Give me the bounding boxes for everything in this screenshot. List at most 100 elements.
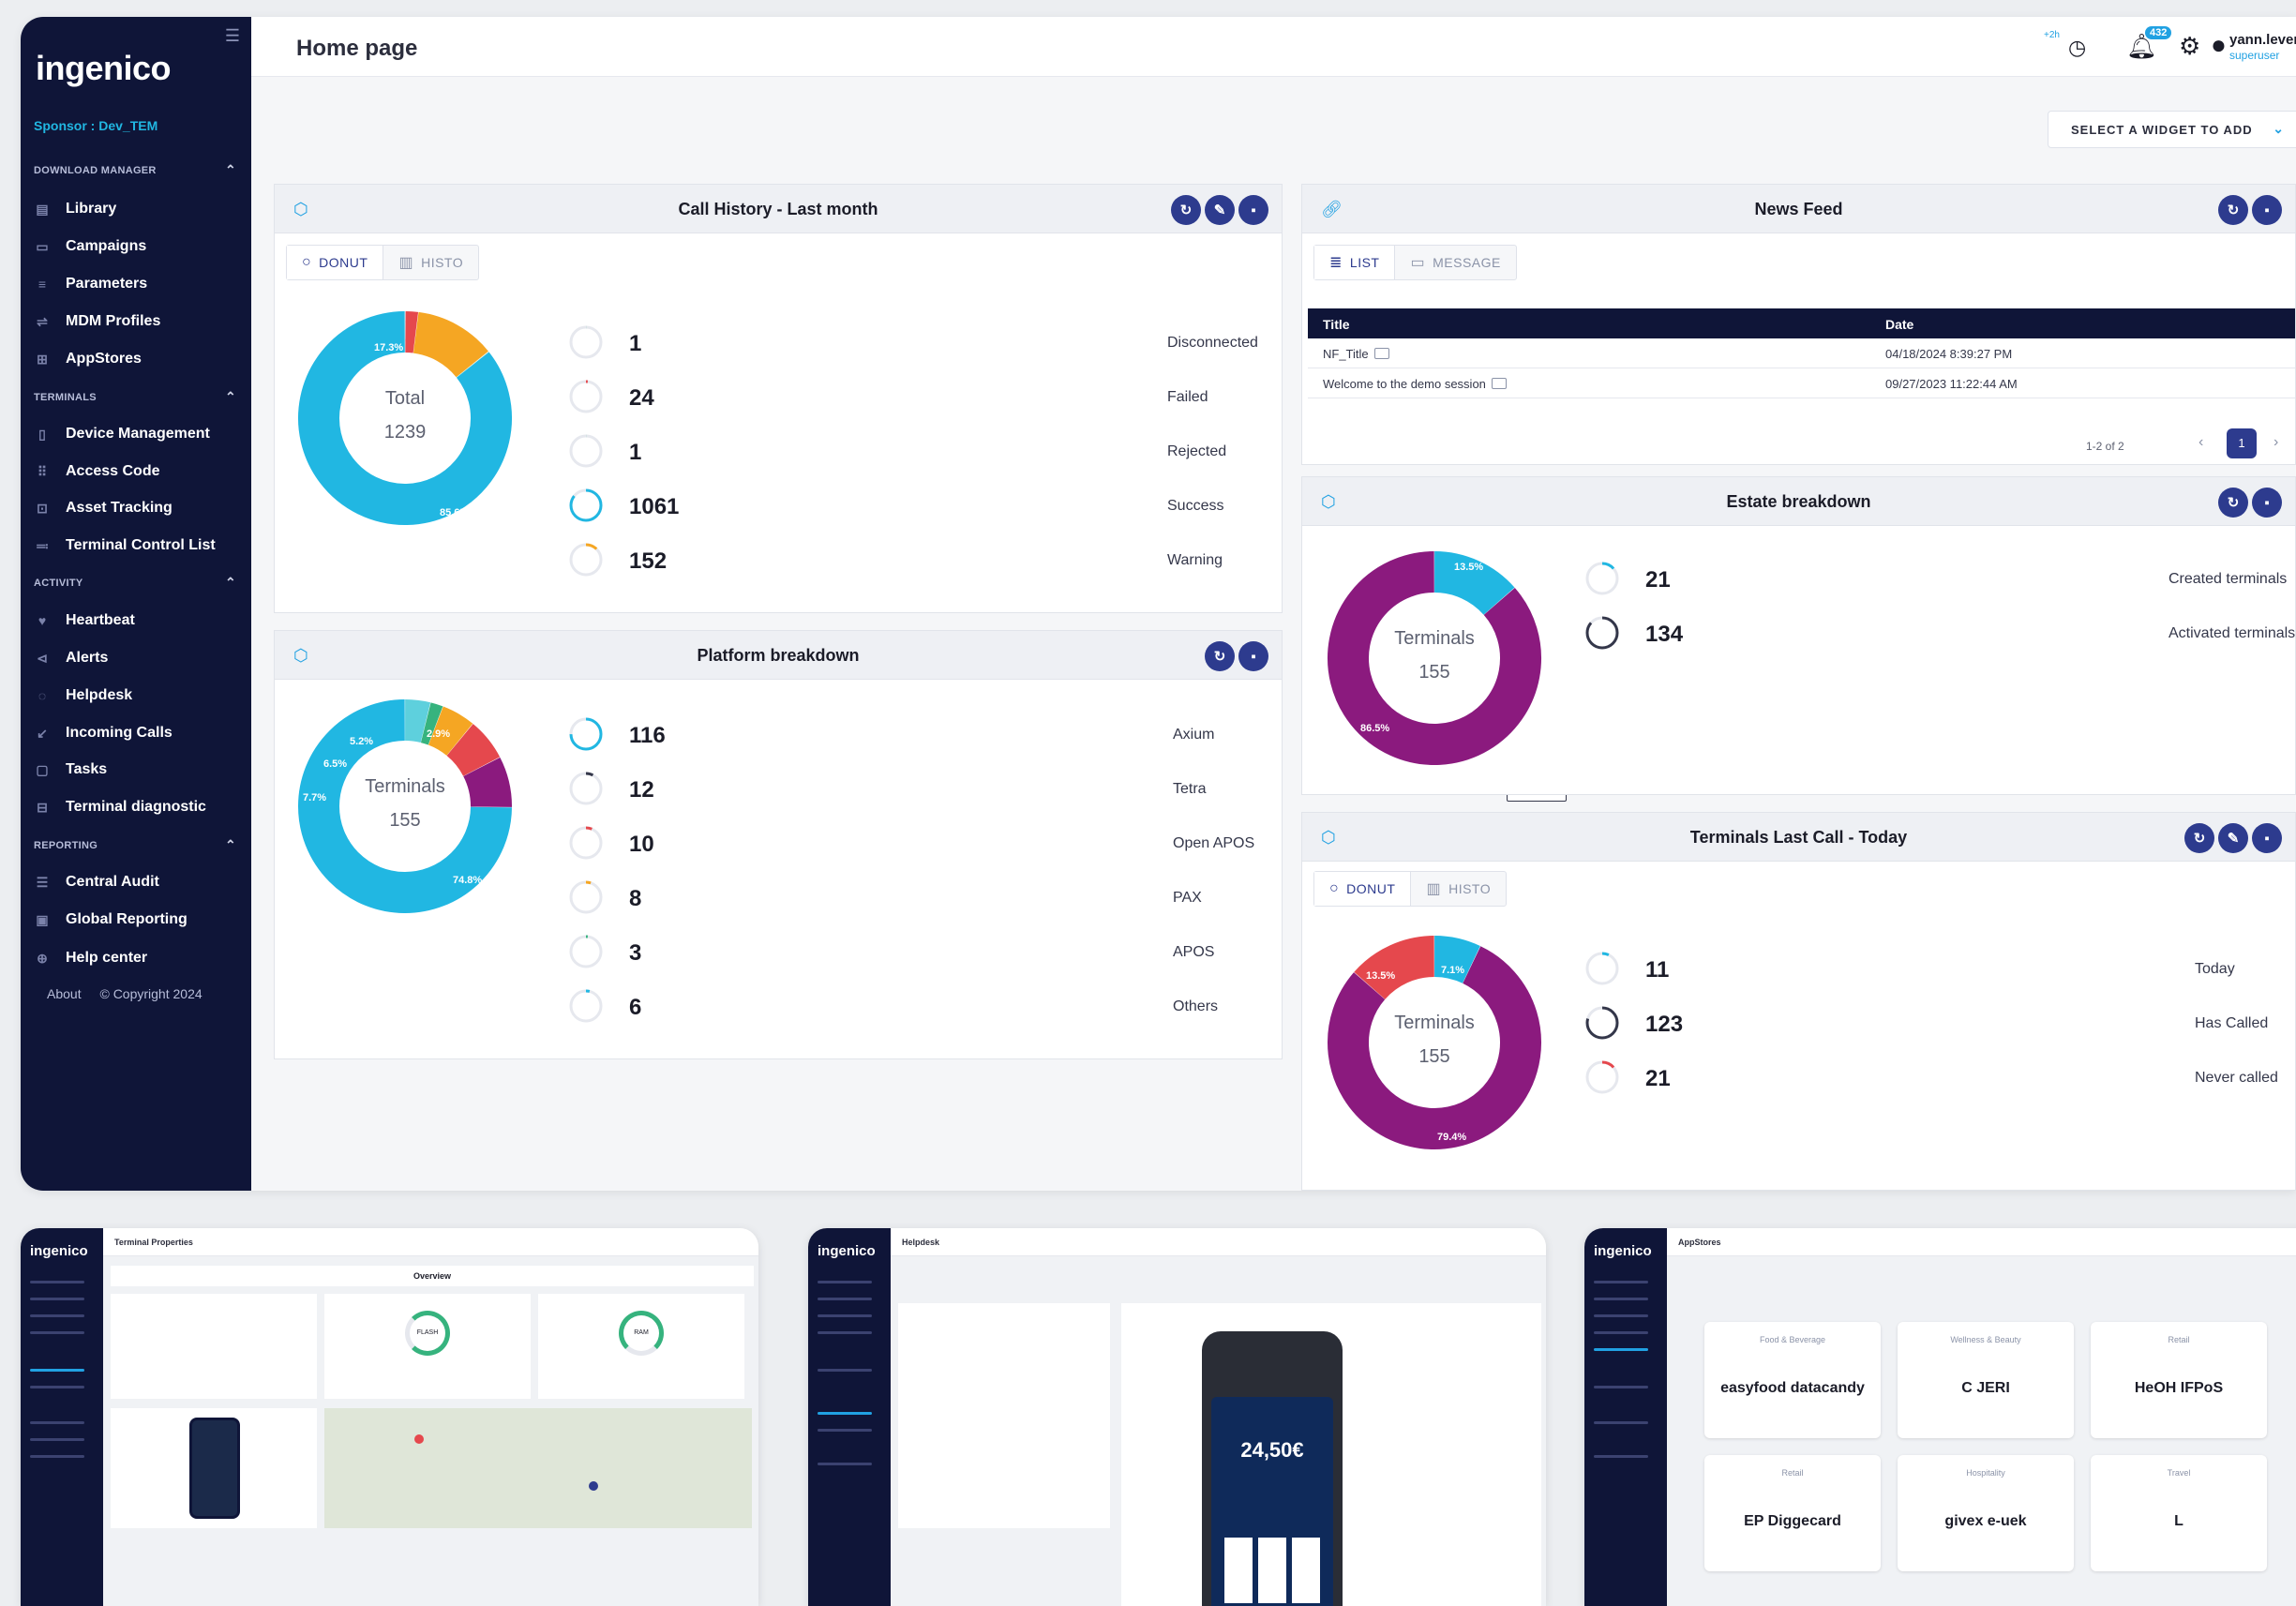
stat-row: 134 Activated terminals 86.5% — [1583, 614, 2296, 652]
appstore-tile[interactable]: Hospitality givex e-uek — [1898, 1455, 2074, 1571]
sidebar-item-device-management[interactable]: ▯ Device Management — [34, 426, 210, 443]
appstore-tile[interactable]: Travel L — [2091, 1455, 2267, 1571]
edit-button[interactable]: ✎ — [2218, 823, 2248, 853]
chevron-up-icon[interactable]: ⌃ — [225, 389, 236, 405]
ingenico-logo[interactable]: ingenico — [36, 49, 172, 88]
donut-slice[interactable] — [405, 311, 419, 353]
overview-bar: Overview — [111, 1266, 754, 1286]
refresh-button[interactable]: ↻ — [2184, 823, 2214, 853]
account-icon[interactable]: ● — [2211, 30, 2227, 60]
sidebar-item-asset-tracking[interactable]: ⊡ Asset Tracking — [34, 500, 173, 517]
next-page-icon[interactable]: › — [2273, 434, 2278, 451]
sidebar-item-appstores[interactable]: ⊞ AppStores — [34, 351, 142, 368]
message-tab[interactable]: ▭ MESSAGE — [1395, 246, 1515, 279]
donut-tab[interactable]: ○ DONUT — [1314, 872, 1412, 906]
sidebar-item-alerts[interactable]: ⊲ Alerts — [34, 650, 108, 667]
keypad[interactable] — [1224, 1538, 1320, 1603]
delete-button[interactable]: ▪ — [2252, 488, 2282, 518]
preview-appstores[interactable]: ingenico AppStores Food & Beverage easyfo… — [1584, 1228, 2296, 1606]
delete-button[interactable]: ▪ — [1238, 641, 1268, 671]
topbar: Home page +2h ◷ 🔔︎ 432 ⚙ ● yann.levene s… — [251, 17, 2296, 77]
edit-button[interactable]: ✎ — [1205, 195, 1235, 225]
refresh-button[interactable]: ↻ — [1171, 195, 1201, 225]
gear-icon[interactable]: ⚙ — [2179, 32, 2200, 61]
table-row[interactable]: Welcome to the demo session 09/27/2023 11… — [1308, 368, 2295, 398]
slice-label: 85.6% — [440, 507, 470, 518]
widget-title: News Feed — [1754, 200, 1843, 218]
megaphone-icon: ⊲ — [37, 650, 48, 666]
sync-clock-icon[interactable]: ◷ — [2068, 36, 2086, 60]
sidebar-item-central-audit[interactable]: ☰ Central Audit — [34, 874, 159, 891]
donut-slice[interactable] — [462, 757, 512, 808]
donut-slice[interactable] — [1433, 936, 1480, 984]
delete-button[interactable]: ▪ — [2252, 195, 2282, 225]
appstore-tile[interactable]: Food & Beverage easyfood datacandy — [1704, 1322, 1881, 1438]
sidebar-item-parameters[interactable]: ≡ Parameters — [34, 276, 147, 293]
progress-ring-icon — [569, 880, 603, 914]
sidebar-item-incoming-calls[interactable]: ↙ Incoming Calls — [34, 725, 173, 742]
prev-page-icon[interactable]: ‹ — [2198, 434, 2203, 451]
about-link[interactable]: About — [47, 986, 82, 1001]
properties-panel — [111, 1294, 317, 1399]
donut-slice[interactable] — [420, 702, 443, 745]
histo-tab[interactable]: ▥ HISTO — [383, 246, 478, 279]
donut-slice[interactable] — [404, 699, 431, 743]
message-icon[interactable] — [1491, 378, 1507, 389]
table-row[interactable]: NF_Title 04/18/2024 8:39:27 PM — [1308, 338, 2295, 368]
slice-label: 5.2% — [350, 736, 374, 747]
appstore-tile[interactable]: Retail HeOH IFPoS — [2091, 1322, 2267, 1438]
ram-panel: RAM — [538, 1294, 744, 1399]
section-activity[interactable]: ACTIVITY ⌃ — [34, 575, 236, 590]
sidebar-item-access-code[interactable]: ⠿ Access Code — [34, 463, 160, 480]
message-icon[interactable] — [1373, 348, 1389, 359]
stat-label: Never called — [2195, 1070, 2278, 1086]
preview-logo: ingenico — [1594, 1243, 1652, 1259]
donut-slice[interactable] — [1433, 551, 1515, 616]
list-tab[interactable]: ≣ LIST — [1314, 246, 1396, 279]
sidebar-collapse-icon[interactable]: ☰ — [225, 26, 240, 46]
sidebar-item-campaigns[interactable]: ▭ Campaigns — [34, 238, 146, 255]
sidebar-item-mdm-profiles[interactable]: ⇌ MDM Profiles — [34, 313, 160, 330]
map-panel[interactable] — [324, 1408, 752, 1528]
refresh-button[interactable]: ↻ — [2218, 488, 2248, 518]
username[interactable]: yann.levene — [2229, 32, 2296, 48]
section-terminals[interactable]: TERMINALS ⌃ — [34, 389, 236, 404]
preview-terminal-properties[interactable]: ingenico Terminal Properties Overview FL… — [21, 1228, 758, 1606]
page-button[interactable]: 1 — [2227, 428, 2257, 458]
stat-label: Success — [1167, 498, 1224, 514]
chevron-up-icon[interactable]: ⌃ — [225, 575, 236, 591]
donut-tab[interactable]: ○ DONUT — [287, 246, 384, 279]
map-pin-icon[interactable] — [414, 1434, 424, 1444]
delete-button[interactable]: ▪ — [2252, 823, 2282, 853]
tracking-icon: ⊡ — [37, 500, 48, 516]
section-reporting[interactable]: REPORTING ⌃ — [34, 837, 236, 852]
stat-value: 12 — [629, 777, 654, 803]
slice-label: 7.1% — [1441, 965, 1465, 976]
sidebar-item-heartbeat[interactable]: ♥ Heartbeat — [34, 612, 135, 629]
sidebar-item-library[interactable]: ▤ Library — [34, 201, 116, 218]
chevron-up-icon[interactable]: ⌃ — [225, 837, 236, 853]
progress-ring-icon — [1585, 952, 1619, 985]
donut-slice[interactable] — [445, 724, 501, 777]
sidebar-item-helpdesk[interactable]: ◌ Helpdesk — [34, 687, 132, 704]
sidebar-item-help-center[interactable]: ⊕ Help center — [34, 950, 147, 967]
sidebar-item-terminal-control-list[interactable]: ≕ Terminal Control List — [34, 537, 216, 554]
library-icon: ▤ — [36, 201, 49, 217]
progress-ring-icon — [569, 717, 603, 751]
map-pin-icon[interactable] — [589, 1481, 598, 1491]
appstore-tile[interactable]: Retail EP Diggecard — [1704, 1455, 1881, 1571]
delete-button[interactable]: ▪ — [1238, 195, 1268, 225]
sidebar-item-global-reporting[interactable]: ▣ Global Reporting — [34, 911, 187, 928]
sidebar-item-tasks[interactable]: ▢ Tasks — [34, 761, 107, 778]
donut-slice[interactable] — [413, 311, 488, 378]
appstore-tile[interactable]: Wellness & Beauty C JERI — [1898, 1322, 2074, 1438]
chevron-up-icon[interactable]: ⌃ — [225, 162, 236, 178]
refresh-button[interactable]: ↻ — [1205, 641, 1235, 671]
histo-tab[interactable]: ▥ HISTO — [1411, 872, 1506, 906]
sidebar-item-terminal-diagnostic[interactable]: ⊟ Terminal diagnostic — [34, 799, 206, 816]
refresh-button[interactable]: ↻ — [2218, 195, 2248, 225]
file-icon: ▢ — [36, 761, 49, 777]
widget-select-dropdown[interactable]: SELECT A WIDGET TO ADD ⌄ — [2048, 111, 2296, 148]
section-download-manager[interactable]: DOWNLOAD MANAGER ⌃ — [34, 162, 236, 177]
preview-helpdesk[interactable]: ingenico Helpdesk 24,50€ — [808, 1228, 1546, 1606]
